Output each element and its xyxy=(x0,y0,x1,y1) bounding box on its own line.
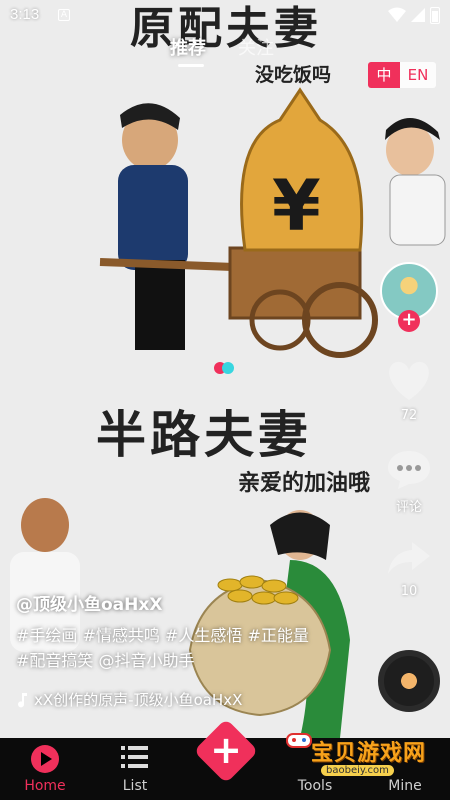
like-count: 72 xyxy=(400,408,418,423)
share-arrow-icon xyxy=(388,542,430,574)
description-line[interactable]: #手绘画 #情感共鸣 #人生感悟 #正能量 xyxy=(16,623,366,648)
comment-icon xyxy=(388,451,430,489)
tab-following[interactable]: 关注 xyxy=(238,34,274,60)
nav-home[interactable]: Home xyxy=(0,738,90,800)
signal-icon xyxy=(411,8,425,22)
language-toggle[interactable]: 中 EN xyxy=(368,62,436,88)
description-line[interactable]: #配音搞笑 @抖音小助手 xyxy=(16,648,366,673)
video-caption: @顶级小鱼oaHxX #手绘画 #情感共鸣 #人生感悟 #正能量 #配音搞笑 @… xyxy=(16,590,366,710)
nav-home-label: Home xyxy=(24,778,66,794)
like-button[interactable]: 72 xyxy=(378,360,440,423)
battery-icon xyxy=(430,7,440,24)
watermark-url: baobeiy.com xyxy=(321,765,394,776)
notification-icon: A xyxy=(58,9,70,21)
status-bar: 3:13 A xyxy=(0,0,450,32)
language-en-button[interactable]: EN xyxy=(400,62,436,88)
nav-list-label: List xyxy=(122,778,148,794)
language-zh-button[interactable]: 中 xyxy=(368,62,400,88)
active-tab-indicator xyxy=(178,64,204,67)
list-icon xyxy=(121,746,148,768)
music-row[interactable]: xX创作的原声-顶级小鱼oaHxX xyxy=(16,689,366,710)
nav-list[interactable]: List xyxy=(90,738,180,800)
video-mid-subtitle: 亲爱的加油哦 xyxy=(238,471,371,496)
share-button[interactable]: 10 xyxy=(378,538,440,599)
music-disc-icon[interactable] xyxy=(378,650,440,712)
tab-recommend[interactable]: 推荐 xyxy=(170,34,206,60)
site-watermark: 宝贝游戏网 baobeiy.com xyxy=(285,733,430,783)
music-note-icon xyxy=(18,692,27,707)
share-count: 10 xyxy=(400,584,418,599)
svg-text:¥: ¥ xyxy=(272,165,321,247)
heart-icon xyxy=(389,361,429,400)
video-description: #手绘画 #情感共鸣 #人生感悟 #正能量 #配音搞笑 @抖音小助手 xyxy=(16,623,366,673)
watermark-text: 宝贝游戏网 xyxy=(311,741,427,766)
video-mid-title: 半路夫妻 xyxy=(96,406,312,464)
comment-button[interactable]: 评论 xyxy=(378,448,440,515)
music-title: xX创作的原声-顶级小鱼oaHxX xyxy=(34,691,243,709)
plus-icon: + xyxy=(210,728,242,772)
comment-label: 评论 xyxy=(395,500,422,515)
play-circle-icon xyxy=(31,745,59,773)
follow-button[interactable]: + xyxy=(398,310,420,332)
wifi-icon xyxy=(388,7,406,22)
author-name[interactable]: @顶级小鱼oaHxX xyxy=(16,590,366,615)
game-controller-icon xyxy=(286,733,312,748)
status-time: 3:13 xyxy=(10,6,40,23)
create-button[interactable]: + xyxy=(193,718,259,784)
